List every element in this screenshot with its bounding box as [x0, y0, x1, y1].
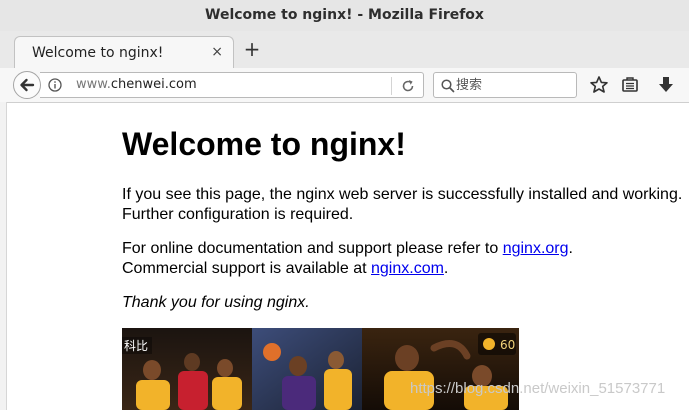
- back-arrow-icon: [20, 78, 35, 92]
- thanks-text: Thank you for using nginx.: [122, 294, 310, 311]
- search-box[interactable]: [433, 72, 577, 98]
- intro-line-1: If you see this page, the nginx web serv…: [122, 186, 683, 203]
- photo-collage: 科比 60: [122, 328, 519, 410]
- url-separator: [391, 77, 392, 95]
- intro-line-2: Further configuration is required.: [122, 206, 354, 223]
- search-icon: [441, 79, 455, 93]
- csdn-watermark: https://blog.csdn.net/weixin_51573771: [410, 380, 666, 397]
- window-title: Welcome to nginx! - Mozilla Firefox: [205, 7, 484, 23]
- navigation-toolbar: www.chenwei.com: [0, 68, 689, 103]
- docs-period: .: [568, 240, 573, 257]
- nginx-org-link[interactable]: nginx.org: [503, 240, 569, 257]
- commercial-text: Commercial support is available at: [122, 260, 371, 277]
- page-heading: Welcome to nginx!: [122, 126, 406, 162]
- new-tab-button[interactable]: +: [241, 36, 263, 62]
- url-prefix: www.: [76, 77, 111, 92]
- reload-icon[interactable]: [400, 78, 416, 94]
- tab-welcome-nginx[interactable]: Welcome to nginx! ×: [14, 36, 234, 68]
- tab-strip: Welcome to nginx! × +: [0, 31, 689, 69]
- bookmark-star-icon[interactable]: [588, 74, 610, 96]
- support-paragraph: For online documentation and support ple…: [122, 239, 573, 279]
- basketball-photo: 科比 60: [122, 328, 519, 410]
- tab-close-icon[interactable]: ×: [211, 44, 223, 60]
- badge-60: 60: [500, 338, 515, 352]
- url-domain: chenwei.com: [110, 77, 197, 92]
- info-icon[interactable]: [48, 78, 62, 92]
- tab-label: Welcome to nginx!: [32, 45, 164, 61]
- url-text[interactable]: www.chenwei.com: [76, 77, 197, 92]
- nginx-com-link[interactable]: nginx.com: [371, 260, 444, 277]
- commercial-period: .: [443, 260, 449, 277]
- back-button[interactable]: [13, 71, 41, 99]
- docs-text: For online documentation and support ple…: [122, 240, 503, 257]
- window-titlebar: Welcome to nginx! - Mozilla Firefox: [0, 0, 689, 32]
- window-side-edge: [0, 102, 7, 410]
- download-icon[interactable]: [655, 74, 677, 96]
- url-bar[interactable]: www.chenwei.com: [40, 72, 424, 98]
- intro-paragraph: If you see this page, the nginx web serv…: [122, 185, 682, 225]
- reading-list-icon[interactable]: [619, 74, 641, 96]
- badge-kobe: 科比: [124, 339, 148, 353]
- search-input[interactable]: [456, 76, 572, 94]
